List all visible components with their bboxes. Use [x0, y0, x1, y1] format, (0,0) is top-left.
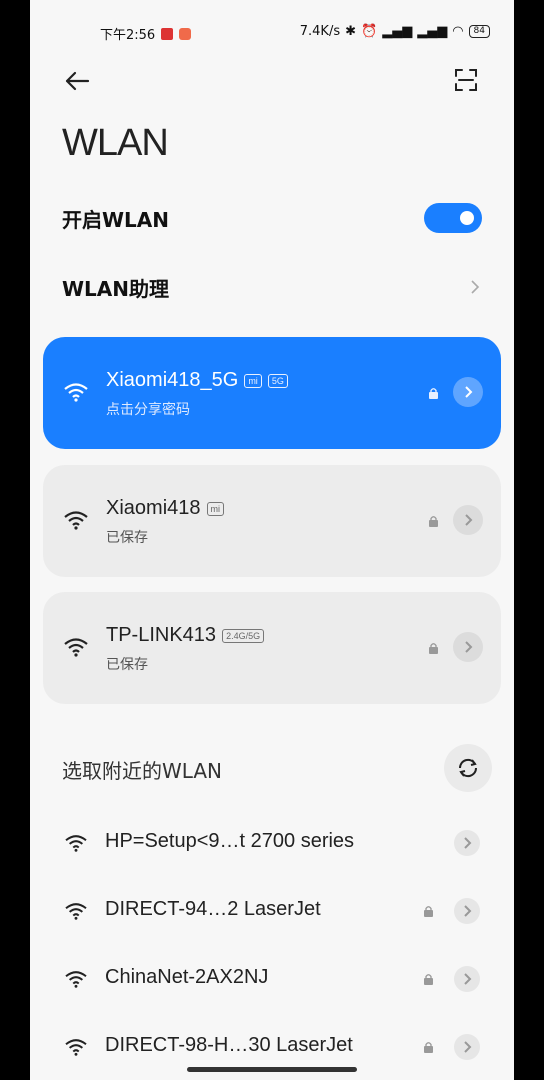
notification-icon [161, 27, 174, 40]
wifi-icon [64, 511, 88, 530]
mi-tag: mi [206, 501, 225, 516]
lock-icon [424, 1042, 433, 1053]
band-tag: 2.4G/5G [222, 628, 265, 643]
nearby-network-name: HP=Setup<9…t 2700 series [105, 830, 355, 852]
network-detail-button[interactable] [454, 966, 480, 992]
network-name: Xiaomi418_5G mi 5G [106, 369, 288, 392]
nearby-network-item[interactable]: DIRECT-94…2 LaserJet [30, 887, 514, 935]
network-speed: 7.4K/s [299, 24, 341, 39]
lock-icon [424, 974, 433, 985]
network-detail-button[interactable] [453, 505, 483, 535]
network-status: 已保存 [106, 530, 148, 546]
signal-icon-2: ▂▄▆ [417, 24, 448, 39]
nearby-section-title: 选取附近的WLAN [62, 759, 223, 783]
network-name-text: TP-LINK413 [106, 624, 217, 646]
chevron-right-icon [465, 514, 473, 526]
wifi-icon [64, 638, 88, 657]
chevron-right-icon [464, 973, 472, 985]
network-detail-button[interactable] [454, 830, 480, 856]
lock-icon [429, 643, 438, 654]
signal-icon: ▂▄▆ [382, 24, 413, 39]
status-left: 下午2:56 [100, 24, 192, 43]
status-bar: 下午2:56 7.4K/s ✱ ⏰ ▂▄▆ ▂▄▆ ◠ 84 [30, 0, 514, 64]
network-detail-button[interactable] [453, 377, 483, 407]
network-status: 已保存 [106, 657, 148, 673]
network-detail-button[interactable] [454, 898, 480, 924]
back-arrow-icon[interactable] [62, 66, 92, 96]
wlan-toggle-label: 开启WLAN [62, 207, 170, 232]
chevron-right-icon [465, 641, 473, 653]
refresh-icon [458, 758, 478, 778]
network-status: 点击分享密码 [106, 402, 190, 418]
lock-icon [429, 516, 438, 527]
band-tag: 5G [267, 373, 288, 388]
status-right: 7.4K/s ✱ ⏰ ▂▄▆ ▂▄▆ ◠ 84 [300, 24, 490, 39]
wlan-assistant-row[interactable]: WLAN助理 [62, 267, 482, 307]
network-detail-button[interactable] [453, 632, 483, 662]
chevron-right-icon [464, 905, 472, 917]
nearby-network-item[interactable]: DIRECT-98-H…30 LaserJet [30, 1023, 514, 1071]
battery-icon: 84 [468, 25, 490, 38]
nearby-network-item[interactable]: HP=Setup<9…t 2700 series [30, 819, 514, 867]
lock-icon [429, 388, 438, 399]
mi-tag: mi [244, 373, 262, 388]
chevron-right-icon [471, 280, 480, 294]
chevron-right-icon [464, 1041, 472, 1053]
wifi-icon [65, 903, 87, 920]
wlan-settings-screen: 下午2:56 7.4K/s ✱ ⏰ ▂▄▆ ▂▄▆ ◠ 84 WLAN 开启WL… [30, 0, 514, 1080]
scan-icon[interactable] [454, 68, 478, 92]
alarm-icon: ⏰ [361, 24, 378, 39]
network-name: Xiaomi418 mi [106, 497, 225, 520]
network-detail-button[interactable] [454, 1034, 480, 1060]
network-name-text: Xiaomi418 [106, 497, 201, 519]
lock-icon [424, 906, 433, 917]
saved-network-card[interactable]: Xiaomi418 mi 已保存 [43, 465, 501, 577]
top-bar [30, 56, 514, 104]
wlan-toggle-switch[interactable] [424, 203, 482, 233]
toggle-knob [460, 211, 474, 225]
network-name: TP-LINK413 2.4G/5G [106, 624, 265, 647]
status-time: 下午2:56 [100, 28, 156, 43]
bluetooth-icon: ✱ [345, 24, 357, 39]
wifi-icon [64, 383, 88, 402]
nearby-network-name: DIRECT-98-H…30 LaserJet [105, 1034, 353, 1056]
wifi-icon [65, 835, 87, 852]
wlan-toggle-row[interactable]: 开启WLAN [62, 198, 482, 238]
wlan-assistant-label: WLAN助理 [62, 276, 170, 301]
nearby-network-name: DIRECT-94…2 LaserJet [105, 898, 321, 920]
saved-network-card[interactable]: TP-LINK413 2.4G/5G 已保存 [43, 592, 501, 704]
wifi-icon [65, 971, 87, 988]
page-title: WLAN [62, 122, 169, 164]
refresh-button[interactable] [444, 744, 492, 792]
chevron-right-icon [464, 837, 472, 849]
wifi-icon [65, 1039, 87, 1056]
saved-network-card[interactable]: Xiaomi418_5G mi 5G 点击分享密码 [43, 337, 501, 449]
wifi-status-icon: ◠ [452, 24, 464, 39]
home-indicator[interactable] [187, 1067, 357, 1072]
app-notification-icon [179, 27, 192, 40]
chevron-right-icon [465, 386, 473, 398]
nearby-network-name: ChinaNet-2AX2NJ [105, 966, 269, 988]
network-name-text: Xiaomi418_5G [106, 369, 239, 391]
nearby-network-item[interactable]: ChinaNet-2AX2NJ [30, 955, 514, 1003]
